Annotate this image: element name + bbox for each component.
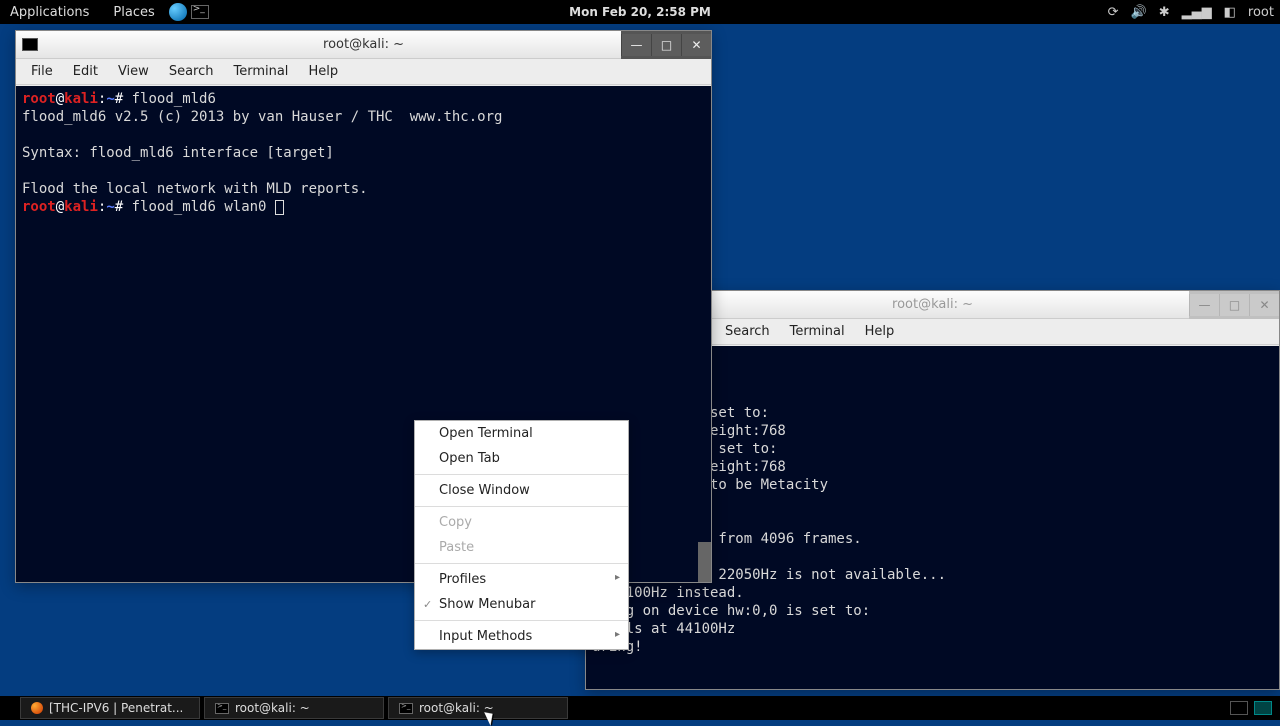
- places-menu[interactable]: Places: [103, 2, 164, 23]
- minimize-button[interactable]: —: [1189, 294, 1219, 316]
- menu-search[interactable]: Search: [160, 62, 223, 81]
- titlebar[interactable]: root@kali: ~ — □ ✕: [16, 31, 711, 59]
- check-icon: ✓: [423, 598, 432, 611]
- minimize-button[interactable]: —: [621, 34, 651, 56]
- taskbar-button-browser[interactable]: [THC-IPV6 | Penetrat...: [20, 697, 200, 719]
- ctx-input-methods[interactable]: Input Methods: [415, 624, 628, 649]
- task-label: [THC-IPV6 | Penetrat...: [49, 701, 183, 715]
- terminal-launcher-icon[interactable]: [191, 5, 209, 19]
- network-icon[interactable]: ▂▄▆: [1182, 5, 1212, 20]
- separator: [415, 620, 628, 621]
- terminal-icon: [215, 703, 229, 714]
- menu-terminal[interactable]: Terminal: [781, 322, 854, 341]
- menu-terminal[interactable]: Terminal: [224, 62, 297, 81]
- window-icon: [22, 38, 38, 51]
- applications-menu[interactable]: Applications: [0, 2, 99, 23]
- top-panel: Applications Places Mon Feb 20, 2:58 PM …: [0, 0, 1280, 24]
- taskbar-button-terminal-2[interactable]: root@kali: ~: [388, 697, 568, 719]
- close-button[interactable]: ✕: [681, 34, 711, 56]
- ctx-close-window[interactable]: Close Window: [415, 478, 628, 503]
- scrollbar-thumb[interactable]: [698, 542, 711, 582]
- menu-search[interactable]: Search: [716, 322, 779, 341]
- menu-view[interactable]: View: [109, 62, 158, 81]
- ctx-paste: Paste: [415, 535, 628, 560]
- panel-clock[interactable]: Mon Feb 20, 2:58 PM: [569, 5, 711, 19]
- ctx-open-terminal[interactable]: Open Terminal: [415, 421, 628, 446]
- ctx-open-tab[interactable]: Open Tab: [415, 446, 628, 471]
- maximize-button[interactable]: □: [651, 34, 681, 56]
- menu-help[interactable]: Help: [856, 322, 904, 341]
- ctx-copy: Copy: [415, 510, 628, 535]
- terminal-context-menu: Open Terminal Open Tab Close Window Copy…: [414, 420, 629, 650]
- menu-help[interactable]: Help: [299, 62, 347, 81]
- ctx-profiles[interactable]: Profiles: [415, 567, 628, 592]
- browser-icon: [31, 702, 43, 714]
- separator: [415, 563, 628, 564]
- ctx-show-menubar[interactable]: ✓Show Menubar: [415, 592, 628, 617]
- task-label: root@kali: ~: [235, 701, 310, 715]
- menubar: File Edit View Search Terminal Help: [16, 59, 711, 85]
- window-title: root@kali: ~: [323, 37, 404, 52]
- separator: [415, 474, 628, 475]
- task-label: root@kali: ~: [419, 701, 494, 715]
- terminal-icon: [399, 703, 413, 714]
- tray-monitor-icon[interactable]: [1254, 701, 1272, 715]
- power-icon[interactable]: ◧: [1224, 5, 1236, 20]
- maximize-button[interactable]: □: [1219, 294, 1249, 316]
- menu-file[interactable]: File: [22, 62, 62, 81]
- close-button[interactable]: ✕: [1249, 294, 1279, 316]
- update-icon[interactable]: ⟳: [1108, 5, 1119, 20]
- bluetooth-icon[interactable]: ✱: [1159, 5, 1170, 20]
- window-title: root@kali: ~: [892, 297, 973, 312]
- user-menu[interactable]: root: [1248, 5, 1274, 20]
- browser-launcher-icon[interactable]: [169, 3, 187, 21]
- volume-icon[interactable]: 🔊: [1131, 5, 1147, 20]
- taskbar-button-terminal-1[interactable]: root@kali: ~: [204, 697, 384, 719]
- bottom-panel: [THC-IPV6 | Penetrat... root@kali: ~ roo…: [0, 696, 1280, 720]
- menu-edit[interactable]: Edit: [64, 62, 107, 81]
- separator: [415, 506, 628, 507]
- tray-terminal-icon[interactable]: [1230, 701, 1248, 715]
